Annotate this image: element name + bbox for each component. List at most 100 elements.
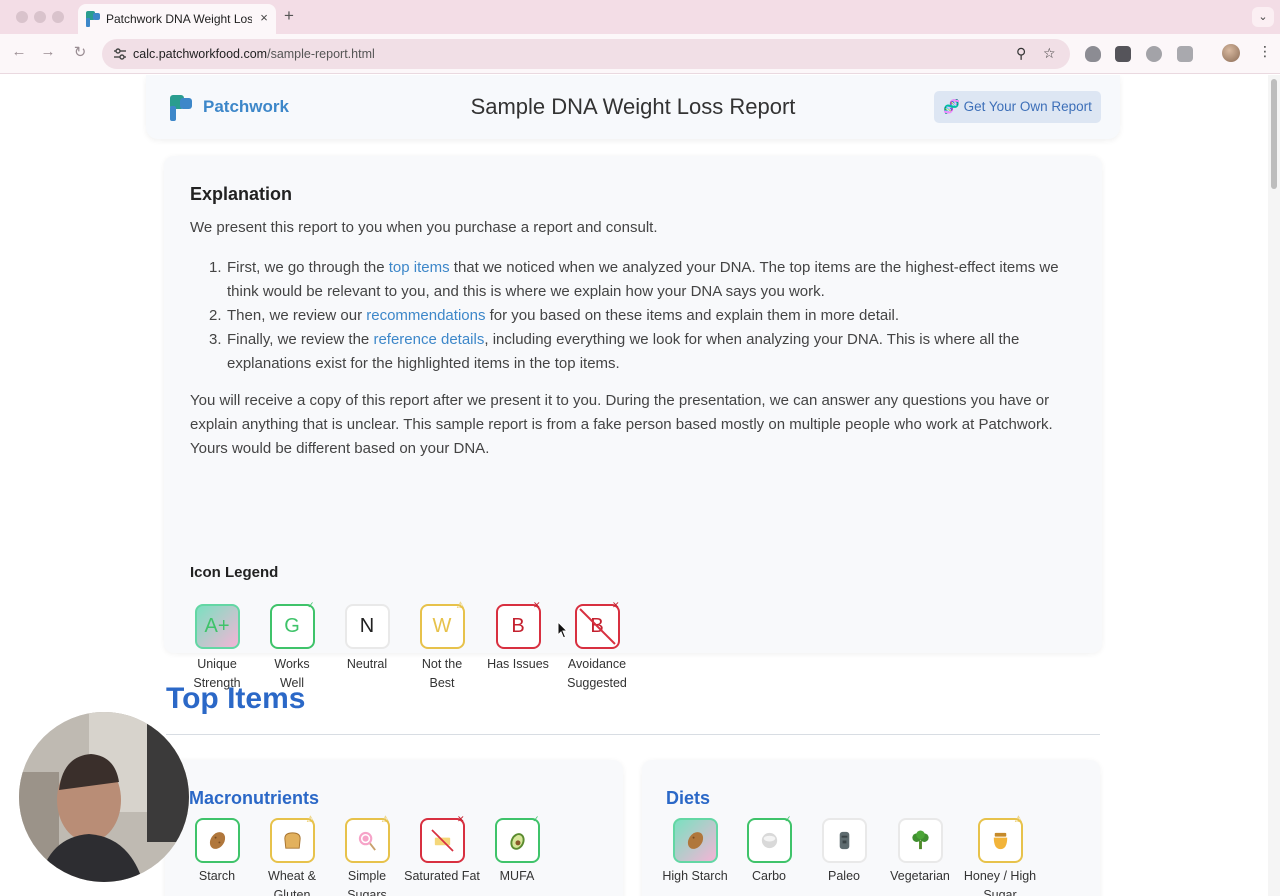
window-close-dot[interactable]: [16, 11, 28, 23]
food-item-wheat-gluten[interactable]: ⚠ Wheat & Gluten: [254, 814, 330, 896]
grade-letter: W: [432, 615, 452, 637]
top-items-link[interactable]: top items: [389, 259, 450, 276]
food-label: Saturated Fat: [404, 869, 480, 883]
webcam-overlay: [19, 712, 189, 882]
food-label: Vegetarian: [890, 869, 950, 883]
puzzle-extensions-icon[interactable]: [1177, 46, 1193, 62]
legend-works-well: G ✓ Works Well: [250, 600, 334, 693]
broccoli-icon: [897, 818, 943, 863]
reload-icon[interactable]: ↻: [70, 43, 90, 61]
new-tab-icon[interactable]: +: [284, 6, 294, 26]
diet-item-paleo[interactable]: Paleo: [806, 818, 882, 886]
active-tab[interactable]: Patchwork DNA Weight Loss ×: [78, 4, 276, 34]
explanation-heading: Explanation: [190, 184, 293, 204]
rice-bowl-icon: ✓: [746, 814, 792, 863]
food-label: Carbo: [751, 869, 787, 883]
step-item: 2. Then, we review our recommendations fo…: [209, 304, 1089, 328]
legend-label-line: Avoidance: [567, 657, 627, 671]
x-badge-icon: ✕: [456, 814, 465, 824]
diets-card: Diets High Starch ✓ Carbo Paleo Vegetari: [642, 760, 1100, 896]
step-text: for you based on these items and explain…: [485, 307, 900, 324]
food-item-mufa[interactable]: ✓ MUFA: [479, 814, 555, 886]
check-badge-icon: ✓: [306, 600, 315, 610]
grade-g-icon: G ✓: [269, 600, 315, 649]
food-label: Honey / High Sugar: [963, 869, 1037, 896]
shield-extension-icon[interactable]: [1085, 46, 1101, 62]
step-text: Finally, we review the: [227, 331, 374, 348]
get-report-button[interactable]: 🧬 Get Your Own Report: [934, 91, 1101, 123]
site-settings-icon[interactable]: [112, 46, 128, 62]
honey-pot-icon: ⚠: [977, 814, 1023, 863]
legend-label: Not the Best: [400, 655, 484, 693]
scrollbar-thumb[interactable]: [1271, 79, 1277, 189]
legend-neutral: N Neutral: [325, 604, 409, 674]
tab-search-icon[interactable]: ⌄: [1252, 7, 1274, 27]
macronutrients-card: Macronutrients Starch ⚠ Wheat & Gluten ⚠…: [165, 760, 623, 896]
strike-through-icon: [578, 608, 616, 645]
diet-item-vegetarian[interactable]: Vegetarian: [882, 818, 958, 886]
step-number: 1.: [209, 259, 222, 276]
explanation-card: Explanation We present this report to yo…: [164, 156, 1102, 690]
potato-icon: [672, 818, 718, 863]
page-content: Patchwork Sample DNA Weight Loss Report …: [0, 75, 1268, 896]
address-bar[interactable]: calc.patchworkfood.com/sample-report.htm…: [102, 39, 1070, 69]
food-label: MUFA: [499, 869, 535, 883]
explanation-paragraph: You will receive a copy of this report a…: [190, 392, 1053, 457]
legend-label-line: Best: [429, 676, 455, 690]
forward-icon[interactable]: →: [38, 43, 58, 60]
url-path: /sample-report.html: [267, 47, 375, 61]
legend-avoidance-suggested: B ✕ Avoidance Suggested: [555, 600, 639, 693]
step-text: Then, we review our: [227, 307, 367, 324]
back-icon[interactable]: ←: [9, 43, 29, 60]
zoom-icon[interactable]: ⚲: [1016, 45, 1026, 62]
check-badge-icon: ✓: [783, 814, 792, 824]
legend-not-the-best: W ⚠ Not the Best: [400, 600, 484, 693]
recommendations-link[interactable]: recommendations: [366, 307, 485, 324]
tab-title: Patchwork DNA Weight Loss: [106, 12, 252, 26]
legend-label: Has Issues: [476, 655, 560, 674]
food-label: Starch: [198, 869, 236, 883]
food-label: Paleo: [828, 869, 860, 883]
grade-letter: G: [284, 615, 300, 637]
step-number: 2.: [209, 307, 222, 324]
window-zoom-dot[interactable]: [52, 11, 64, 23]
diet-item-carbo[interactable]: ✓ Carbo: [731, 814, 807, 886]
browser-tab-bar: Patchwork DNA Weight Loss × + ⌄: [0, 0, 1280, 34]
legend-label-line: Not the: [421, 657, 463, 671]
diet-item-high-starch[interactable]: High Starch: [657, 818, 733, 886]
grade-a-plus-icon: A+: [194, 604, 240, 649]
butter-crossed-icon: ✕: [419, 814, 465, 863]
stone-idol-icon: [821, 818, 867, 863]
extension-icon[interactable]: [1146, 46, 1162, 62]
mouse-cursor-icon: [557, 621, 569, 639]
site-header: Patchwork Sample DNA Weight Loss Report …: [146, 75, 1120, 139]
warning-badge-icon: ⚠: [306, 814, 315, 824]
avocado-icon: ✓: [494, 814, 540, 863]
food-item-saturated-fat[interactable]: ✕ Saturated Fat: [404, 814, 480, 886]
potato-icon: [194, 818, 240, 863]
grade-n-icon: N: [344, 604, 390, 649]
warning-badge-icon: ⚠: [1014, 814, 1023, 824]
legend-label-line: Has Issues: [487, 657, 549, 671]
profile-avatar[interactable]: [1222, 44, 1240, 62]
url-text: calc.patchworkfood.com/sample-report.htm…: [133, 47, 375, 61]
browser-menu-icon[interactable]: ⋮: [1258, 43, 1272, 60]
food-item-simple-sugars[interactable]: ⚠ Simple Sugars: [329, 814, 405, 896]
x-badge-icon: ✕: [532, 600, 541, 610]
grade-b-icon: B ✕: [495, 600, 541, 649]
page-scrollbar[interactable]: [1268, 75, 1280, 896]
tab-close-icon[interactable]: ×: [256, 10, 272, 25]
diet-item-honey-high-sugar[interactable]: ⚠ Honey / High Sugar: [962, 814, 1038, 896]
legend-unique-strength: A+ Unique Strength: [175, 604, 259, 693]
extension-icon[interactable]: [1115, 46, 1131, 62]
food-label: High Starch: [662, 869, 728, 883]
bookmark-star-icon[interactable]: ☆: [1043, 45, 1056, 62]
step-text: First, we go through the: [227, 259, 389, 276]
check-badge-icon: ✓: [531, 814, 540, 824]
reference-details-link[interactable]: reference details: [373, 331, 484, 348]
macronutrients-heading: Macronutrients: [189, 788, 320, 808]
food-item-starch[interactable]: Starch: [179, 818, 255, 886]
grade-b-crossed-icon: B ✕: [574, 600, 620, 649]
browser-toolbar: ← → ↻ calc.patchworkfood.com/sample-repo…: [0, 34, 1280, 74]
window-minimize-dot[interactable]: [34, 11, 46, 23]
